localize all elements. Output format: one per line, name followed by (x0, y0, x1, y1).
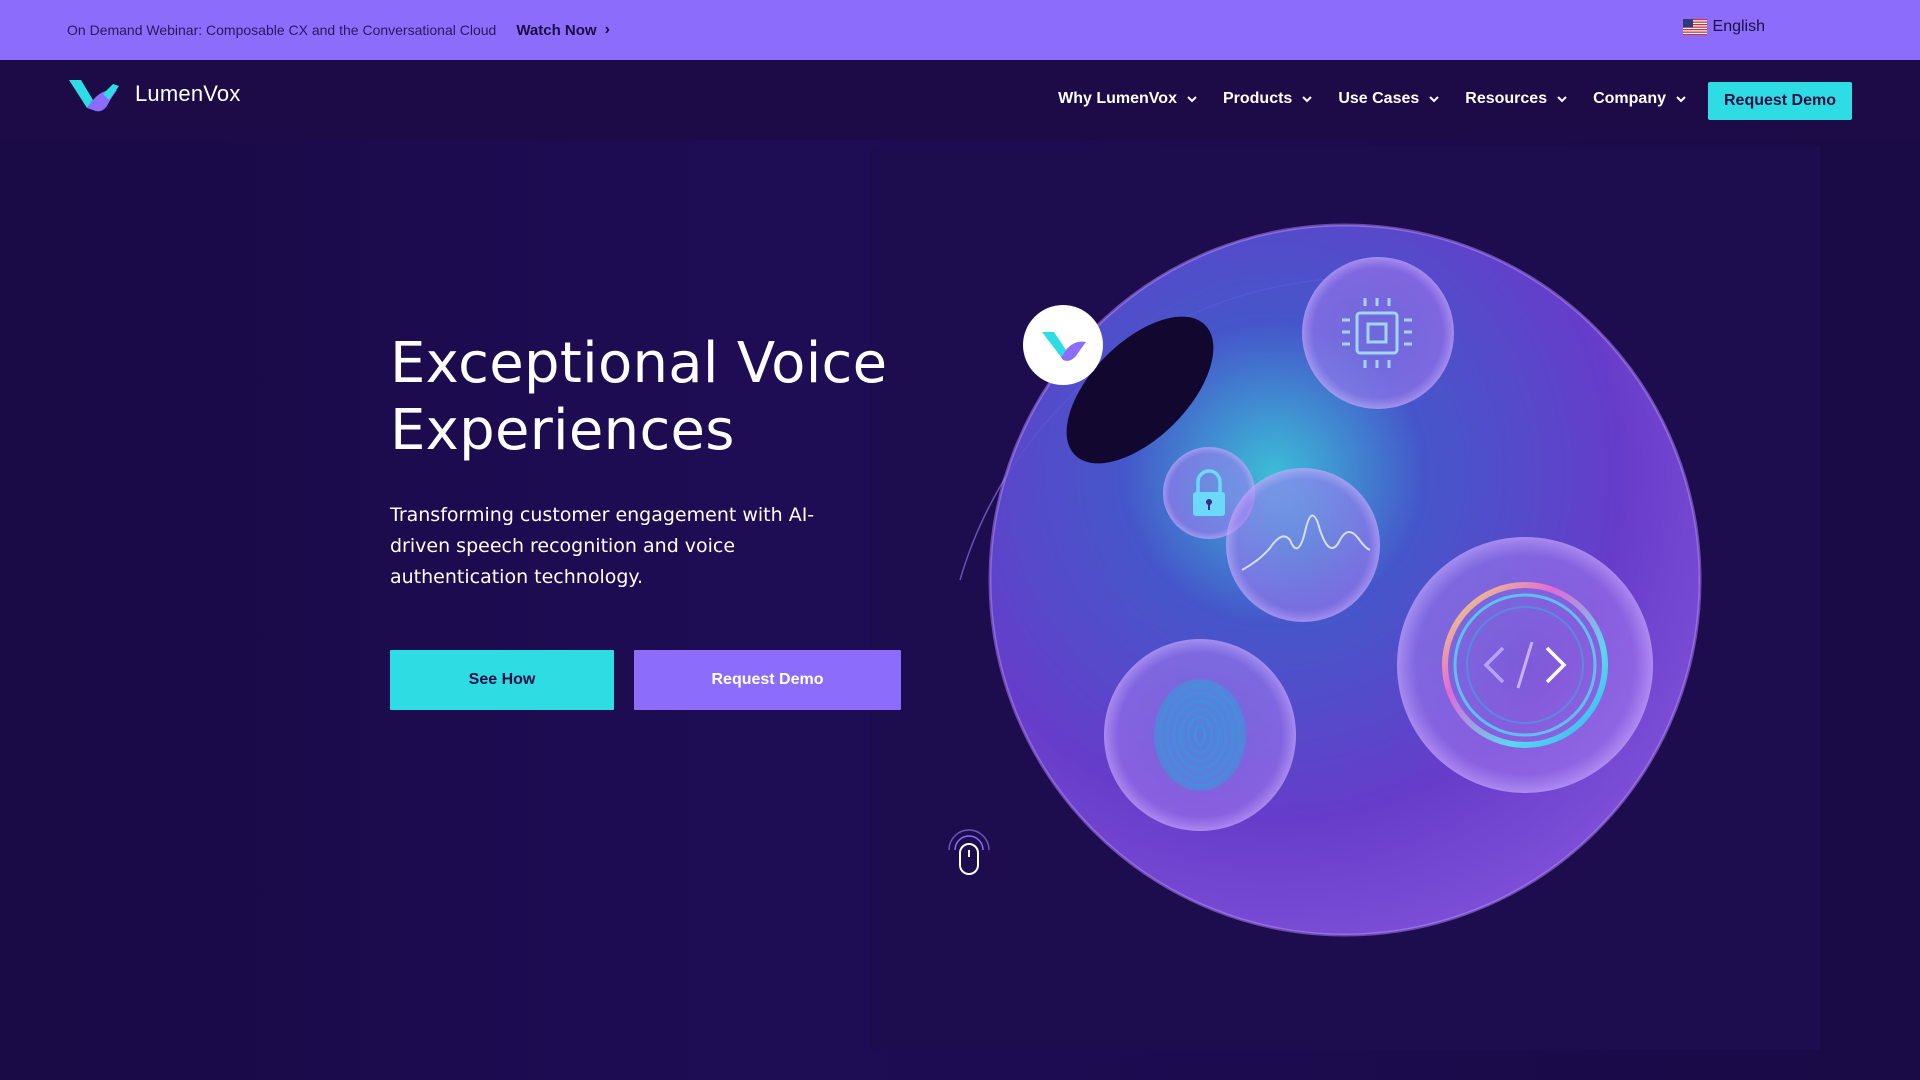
nav-item-label: Products (1222, 90, 1293, 107)
chevron-down-icon (1187, 96, 1197, 103)
nav-menu: Why LumenVox Products Use Cases Resource… (1058, 90, 1686, 108)
nav-item-company[interactable]: Company (1593, 90, 1686, 108)
fingerprint-icon (1153, 678, 1247, 792)
watch-now-link[interactable]: Watch Now › (516, 21, 610, 39)
nav-item-label: Company (1593, 90, 1666, 107)
hero-title: Exceptional Voice Experiences (390, 330, 1010, 464)
language-selector[interactable]: English (1682, 18, 1765, 36)
hero-orb-illustration (959, 223, 1702, 937)
chevron-down-icon (1676, 96, 1686, 103)
chevron-right-icon: › (604, 21, 610, 38)
request-demo-nav-button[interactable]: Request Demo (1708, 82, 1852, 120)
hero-section: Exceptional Voice Experiences Transformi… (0, 140, 1920, 1080)
announcement-bar: On Demand Webinar: Composable CX and the… (0, 0, 1920, 60)
hero-title-line1: Exceptional Voice (390, 331, 888, 396)
us-flag-icon (1682, 19, 1707, 35)
watch-now-label: Watch Now (516, 21, 597, 39)
brand-name: LumenVox (135, 81, 241, 106)
hero-title-line2: Experiences (390, 398, 735, 463)
nav-item-label: Use Cases (1338, 90, 1420, 107)
chevron-down-icon (1429, 96, 1439, 103)
nav-item-label: Why LumenVox (1058, 90, 1177, 107)
request-demo-button[interactable]: Request Demo (634, 650, 901, 710)
chip-bubble (1302, 257, 1454, 409)
main-nav: LumenVox Why LumenVox Products Use Cases… (0, 60, 1920, 140)
nav-item-products[interactable]: Products (1222, 90, 1313, 108)
nav-item-use-cases[interactable]: Use Cases (1338, 90, 1439, 108)
chevron-down-icon (1302, 96, 1313, 103)
nav-item-label: Resources (1465, 90, 1548, 107)
see-how-button[interactable]: See How (390, 650, 614, 710)
brand-logo[interactable]: LumenVox (67, 74, 241, 114)
language-label: English (1712, 18, 1765, 35)
hero-subtitle: Transforming customer engagement with AI… (390, 504, 815, 588)
nav-item-why-lumenvox[interactable]: Why LumenVox (1058, 90, 1197, 108)
chevron-down-icon (1557, 96, 1567, 103)
lumenvox-badge-icon (1023, 305, 1103, 385)
lumenvox-logo-icon (69, 80, 119, 112)
nav-item-resources[interactable]: Resources (1465, 90, 1567, 108)
scroll-mouse-icon[interactable] (946, 822, 992, 878)
announcement-text: On Demand Webinar: Composable CX and the… (67, 22, 497, 38)
